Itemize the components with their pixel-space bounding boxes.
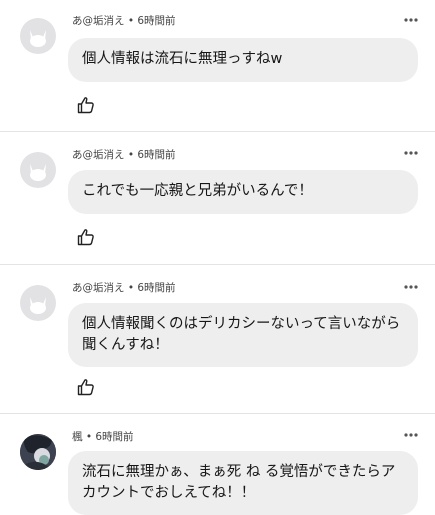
comment-item: あ@垢消え • 6時間前 これでも一応親と兄弟がいるんで！ bbox=[0, 132, 435, 263]
avatar[interactable] bbox=[20, 152, 56, 188]
thumbs-up-icon[interactable] bbox=[76, 377, 96, 397]
author-name[interactable]: 楓 bbox=[72, 431, 83, 443]
timestamp: 6時間前 bbox=[137, 15, 176, 27]
more-options-icon[interactable] bbox=[404, 284, 418, 290]
comment-text: これでも一応親と兄弟がいるんで！ bbox=[82, 183, 313, 199]
author-name[interactable]: あ@垢消え bbox=[72, 282, 125, 294]
more-options-icon[interactable] bbox=[404, 150, 418, 156]
timestamp: 6時間前 bbox=[137, 149, 176, 161]
comment-bubble: 個人情報聞くのはデリカシーないって言いながら聞くんすね！ bbox=[68, 303, 418, 367]
comment-bubble: 個人情報は流石に無理っすねw bbox=[68, 38, 418, 82]
comment-meta: あ@垢消え • 6時間前 bbox=[72, 149, 176, 161]
comment-bubble: 流石に無理かぁ、まぁ死 ね る覚悟ができたらアカウントでおしえてね！！ bbox=[68, 451, 418, 515]
more-options-icon[interactable] bbox=[404, 17, 418, 23]
comment-item: あ@垢消え • 6時間前 個人情報は流石に無理っすねw bbox=[0, 0, 435, 131]
cat-avatar-icon bbox=[30, 30, 46, 47]
character-avatar-icon bbox=[20, 434, 56, 470]
author-name[interactable]: あ@垢消え bbox=[72, 15, 125, 27]
more-options-icon[interactable] bbox=[404, 432, 418, 438]
avatar[interactable] bbox=[20, 285, 56, 321]
cat-avatar-icon bbox=[30, 164, 46, 181]
comment-item: あ@垢消え • 6時間前 個人情報聞くのはデリカシーないって言いながら聞くんすね… bbox=[0, 265, 435, 413]
comment-meta: 楓 • 6時間前 bbox=[72, 431, 134, 443]
comment-text: 流石に無理かぁ、まぁ死 ね る覚悟ができたらアカウントでおしえてね！！ bbox=[82, 464, 396, 501]
comment-meta: あ@垢消え • 6時間前 bbox=[72, 282, 176, 294]
comment-text: 個人情報聞くのはデリカシーないって言いながら聞くんすね！ bbox=[82, 316, 401, 353]
timestamp: 6時間前 bbox=[95, 431, 134, 443]
cat-avatar-icon bbox=[30, 297, 46, 314]
timestamp: 6時間前 bbox=[137, 282, 176, 294]
comment-meta: あ@垢消え • 6時間前 bbox=[72, 15, 176, 27]
thumbs-up-icon[interactable] bbox=[76, 227, 96, 247]
author-name[interactable]: あ@垢消え bbox=[72, 149, 125, 161]
thumbs-up-icon[interactable] bbox=[76, 95, 96, 115]
comment-bubble: これでも一応親と兄弟がいるんで！ bbox=[68, 170, 418, 214]
comment-item: 楓 • 6時間前 流石に無理かぁ、まぁ死 ね る覚悟ができたらアカウントでおしえ… bbox=[0, 414, 435, 515]
avatar[interactable] bbox=[20, 18, 56, 54]
avatar[interactable] bbox=[20, 434, 56, 470]
comment-text: 個人情報は流石に無理っすねw bbox=[82, 51, 283, 67]
